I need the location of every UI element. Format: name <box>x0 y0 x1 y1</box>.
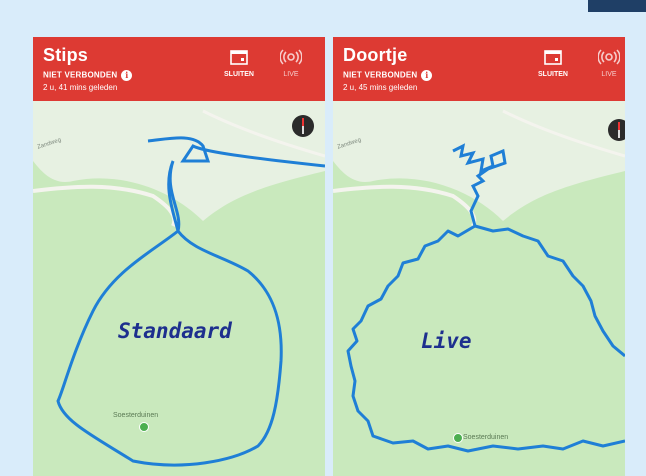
track-loop <box>56 160 283 467</box>
map-label: Standaard <box>118 319 232 343</box>
close-label: SLUITEN <box>538 71 568 78</box>
header-doortje: Doortje NIET VERBONDEN i 2 u, 45 mins gel… <box>333 37 625 101</box>
place-pin-icon[interactable] <box>139 422 149 432</box>
corner-block <box>588 0 646 12</box>
map-svg <box>33 101 325 467</box>
live-label: LIVE <box>601 71 617 78</box>
connection-status: NIET VERBONDEN i <box>343 70 433 81</box>
track-loop <box>346 224 625 453</box>
road <box>333 184 477 227</box>
place-pin-icon[interactable] <box>453 433 463 443</box>
close-label: SLUITEN <box>224 71 254 78</box>
live-broadcast-icon <box>280 49 302 65</box>
info-icon[interactable]: i <box>421 70 433 81</box>
calendar-icon <box>230 50 248 65</box>
live-button[interactable]: LIVE <box>589 49 625 78</box>
track-loop <box>474 224 625 358</box>
map-svg <box>333 101 625 453</box>
panel-doortje: Doortje NIET VERBONDEN i 2 u, 45 mins gel… <box>333 37 625 476</box>
header-stips: Stips NIET VERBONDEN i 2 u, 41 mins geled… <box>33 37 325 101</box>
road <box>33 184 177 227</box>
map-stips[interactable]: Zandweg Standaard Soesterduinen <box>33 101 325 476</box>
device-title: Stips <box>43 45 89 65</box>
live-label: LIVE <box>283 71 299 78</box>
live-button[interactable]: LIVE <box>271 49 311 78</box>
place-label: Soesterduinen <box>463 434 509 441</box>
calendar-icon <box>544 50 562 65</box>
close-button[interactable]: SLUITEN <box>533 49 573 78</box>
compass-icon[interactable] <box>292 115 314 137</box>
last-seen-time: 2 u, 45 mins geleden <box>343 83 418 92</box>
connection-status: NIET VERBONDEN i <box>43 70 133 81</box>
device-title: Doortje <box>343 45 408 65</box>
status-text: NIET VERBONDEN <box>343 70 418 80</box>
map-label: Live <box>421 329 472 353</box>
panel-stips: Stips NIET VERBONDEN i 2 u, 41 mins geled… <box>33 37 325 476</box>
info-icon[interactable]: i <box>121 70 133 81</box>
place-label: Soesterduinen <box>113 412 159 419</box>
status-text: NIET VERBONDEN <box>43 70 118 80</box>
last-seen-time: 2 u, 41 mins geleden <box>43 83 118 92</box>
map-doortje[interactable]: Zandweg Live Soesterduinen <box>333 101 625 476</box>
close-button[interactable]: SLUITEN <box>219 49 259 78</box>
live-broadcast-icon <box>598 49 620 65</box>
compass-icon[interactable] <box>608 119 625 141</box>
